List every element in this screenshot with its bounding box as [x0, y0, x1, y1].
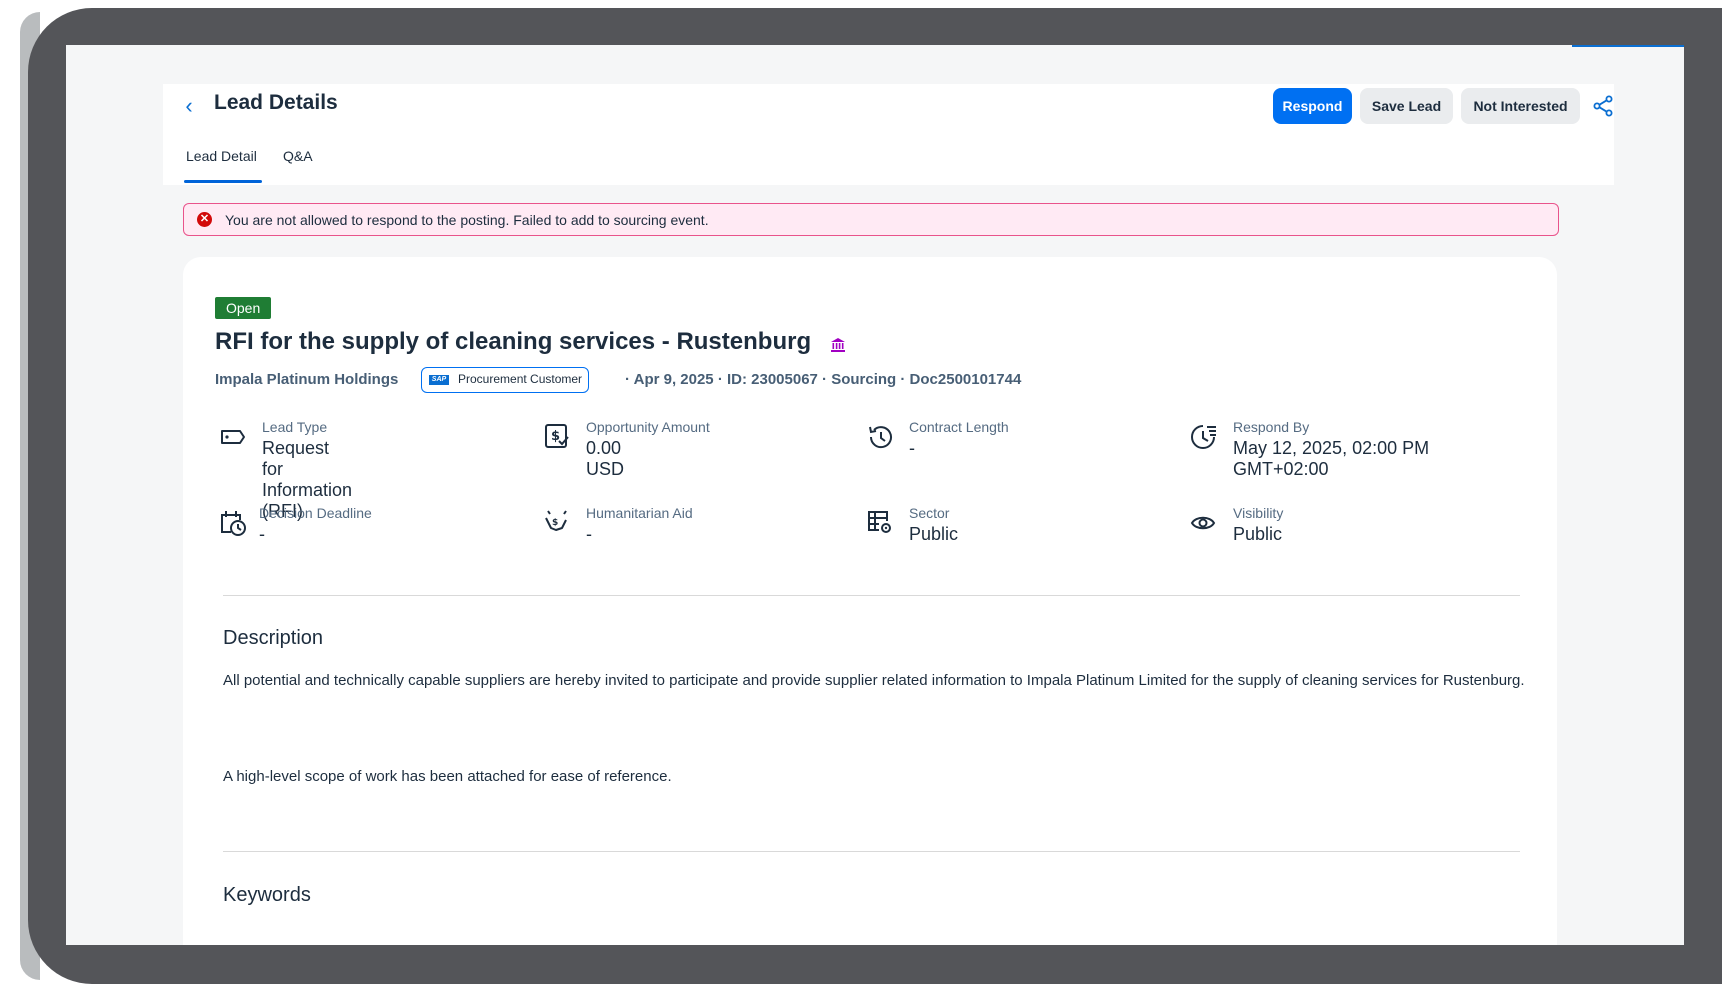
history-icon: [865, 422, 895, 452]
description-title: Description: [223, 627, 324, 649]
error-icon: ✕: [197, 212, 212, 227]
error-message-text: You are not allowed to respond to the po…: [225, 212, 709, 228]
lead-meta-details: · Apr 9, 2025 · ID: 23005067 · Sourcing …: [625, 371, 1022, 388]
field-value: -: [909, 438, 915, 458]
lead-detail-card: Open RFI for the supply of cleaning serv…: [183, 257, 1557, 945]
field-value: -: [586, 524, 592, 544]
grid-settings-icon: [865, 508, 895, 538]
top-accent-bar: [1572, 45, 1684, 47]
field-label: Opportunity Amount: [586, 419, 710, 435]
calendar-clock-icon: [218, 508, 248, 538]
error-message-strip: ✕ You are not allowed to respond to the …: [183, 203, 1559, 236]
active-tab-indicator: [184, 180, 262, 183]
lead-title: RFI for the supply of cleaning services …: [215, 328, 812, 355]
sap-logo-icon: SAP: [429, 375, 449, 385]
field-value: May 12, 2025, 02:00 PM GMT+02:00: [1233, 438, 1430, 479]
share-icon[interactable]: [1591, 94, 1615, 118]
back-button[interactable]: ‹: [177, 94, 201, 118]
tab-qa[interactable]: Q&A: [283, 148, 313, 164]
app-screen: ‹ Lead Details Respond Save Lead Not Int…: [66, 45, 1684, 945]
field-value: -: [259, 524, 265, 544]
section-divider: [223, 851, 1520, 852]
description-paragraph: All potential and technically capable su…: [223, 672, 1525, 689]
eye-icon: [1189, 508, 1219, 538]
save-lead-button[interactable]: Save Lead: [1360, 88, 1453, 124]
field-label: Humanitarian Aid: [586, 505, 693, 521]
description-paragraph: A high-level scope of work has been atta…: [223, 768, 672, 785]
page-header: ‹ Lead Details Respond Save Lead Not Int…: [163, 84, 1614, 185]
buyer-link[interactable]: Impala Platinum Holdings: [215, 371, 398, 388]
procurement-customer-badge: SAP Procurement Customer: [421, 367, 590, 393]
field-value: Public: [1233, 524, 1283, 544]
field-label: Respond By: [1233, 419, 1310, 435]
government-building-icon: [830, 337, 846, 353]
field-label: Contract Length: [909, 419, 1009, 435]
page-title: Lead Details: [214, 91, 338, 114]
svg-text:$: $: [552, 518, 558, 528]
helping-hand-icon: $: [542, 508, 572, 538]
status-badge: Open: [215, 297, 272, 319]
money-check-icon: $: [542, 422, 572, 452]
deadline-list-icon: [1189, 422, 1219, 452]
tab-lead-detail[interactable]: Lead Detail: [186, 148, 257, 164]
tag-icon: [218, 422, 248, 452]
field-label: Lead Type: [262, 419, 328, 435]
section-divider: [223, 595, 1520, 596]
field-value: 0.00 USD: [586, 438, 625, 479]
not-interested-button[interactable]: Not Interested: [1461, 88, 1580, 124]
field-label: Visibility: [1233, 505, 1284, 521]
badge-label: Procurement Customer: [458, 372, 583, 386]
field-value: Public: [909, 524, 959, 544]
field-label: Sector: [909, 505, 950, 521]
keywords-title: Keywords: [223, 884, 311, 906]
respond-button[interactable]: Respond: [1273, 88, 1352, 124]
field-label: Decision Deadline: [259, 505, 372, 521]
